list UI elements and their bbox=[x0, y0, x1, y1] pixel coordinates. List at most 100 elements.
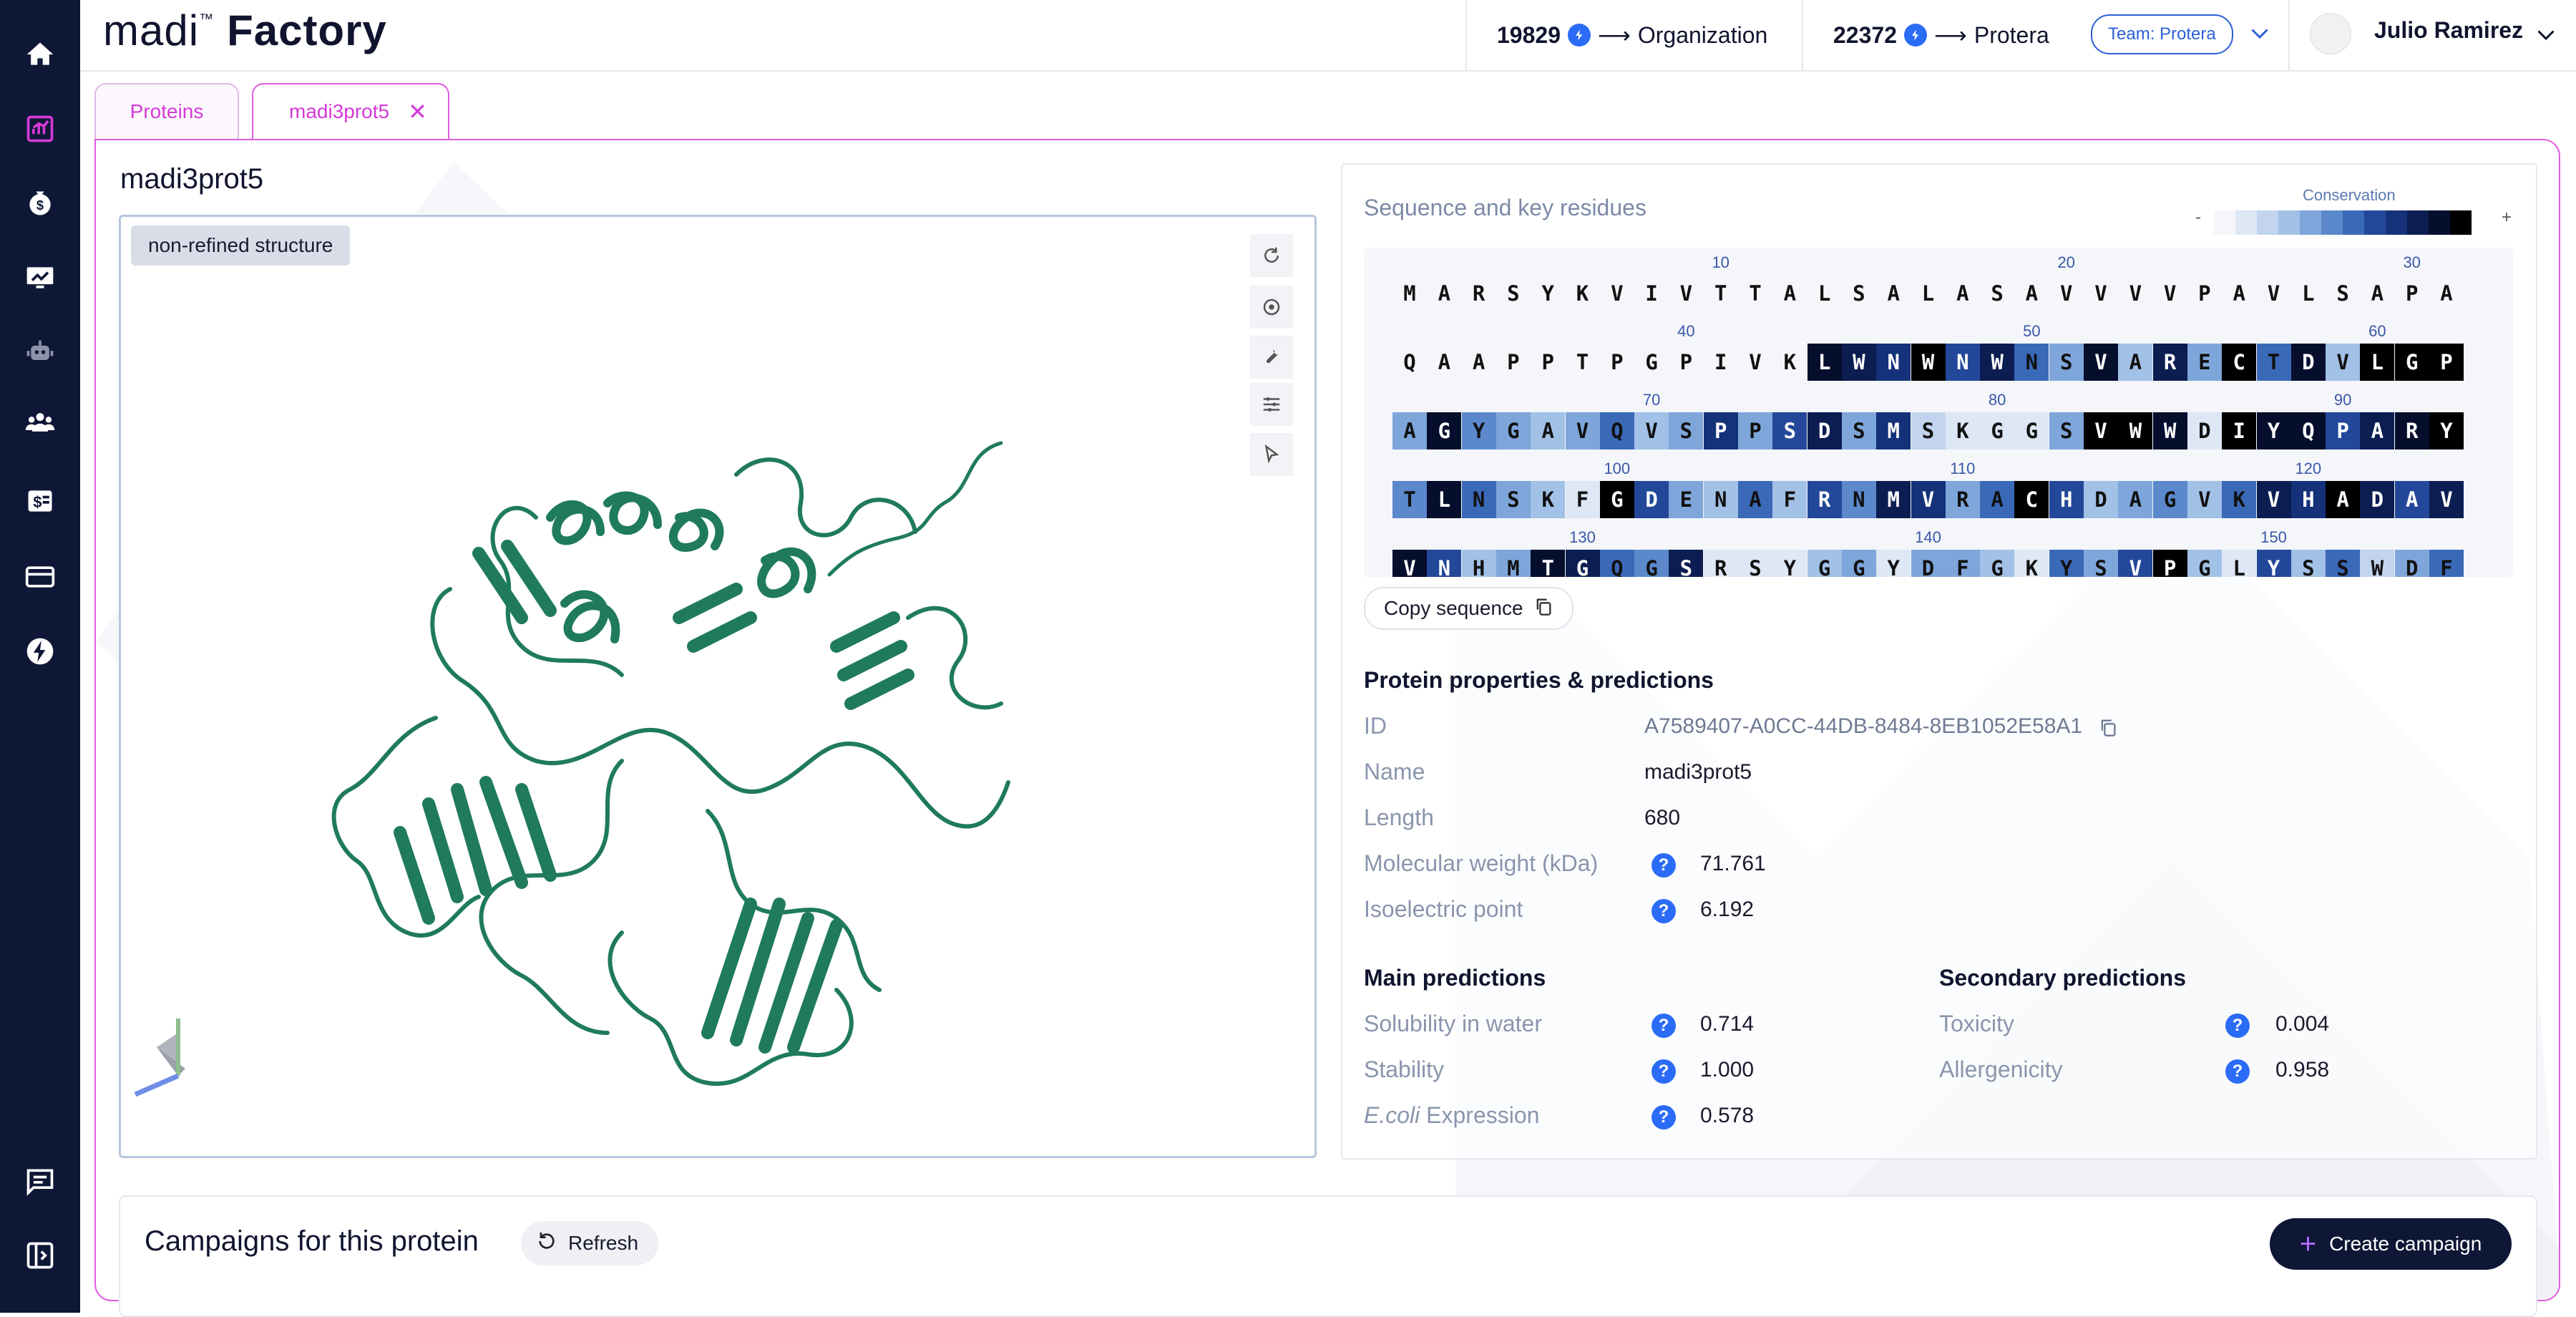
residue-cell[interactable]: V bbox=[2084, 344, 2118, 381]
residue-cell[interactable]: V bbox=[2256, 481, 2291, 518]
residue-cell[interactable]: P bbox=[1669, 344, 1703, 381]
residue-cell[interactable]: A bbox=[1427, 344, 1461, 381]
residue-cell[interactable]: F bbox=[1945, 550, 1980, 577]
residue-cell[interactable]: A bbox=[1738, 481, 1772, 518]
residue-cell[interactable]: R bbox=[2394, 412, 2429, 449]
residue-cell[interactable]: I bbox=[1704, 344, 1738, 381]
residue-cell[interactable]: H bbox=[2290, 481, 2326, 518]
residue-cell[interactable]: N bbox=[1945, 344, 1980, 381]
help-icon[interactable]: ? bbox=[1652, 1059, 1676, 1084]
residue-cell[interactable]: A bbox=[1876, 275, 1911, 312]
residue-cell[interactable]: K bbox=[1945, 412, 1980, 449]
residue-cell[interactable]: Y bbox=[2429, 412, 2464, 449]
chat-icon[interactable] bbox=[19, 1160, 62, 1202]
residue-cell[interactable]: W bbox=[1980, 344, 2015, 381]
help-icon[interactable]: ? bbox=[1652, 1105, 1676, 1129]
residue-cell[interactable]: A bbox=[2360, 412, 2395, 449]
residue-cell[interactable]: G bbox=[1634, 344, 1669, 381]
residue-cell[interactable]: K bbox=[1531, 481, 1566, 518]
residue-cell[interactable]: N bbox=[2014, 344, 2049, 381]
residue-cell[interactable]: S bbox=[1669, 550, 1704, 577]
credit-card-icon[interactable] bbox=[19, 555, 62, 598]
residue-cell[interactable]: Y bbox=[2256, 412, 2291, 449]
residue-cell[interactable]: G bbox=[1980, 550, 2015, 577]
residue-cell[interactable]: Y bbox=[1461, 412, 1496, 449]
residue-cell[interactable]: Y bbox=[2256, 550, 2291, 577]
residue-cell[interactable]: V bbox=[1911, 481, 1946, 518]
residue-cell[interactable]: G bbox=[1980, 412, 2015, 449]
residue-cell[interactable]: Q bbox=[2290, 412, 2326, 449]
residue-cell[interactable]: A bbox=[1392, 412, 1427, 449]
residue-cell[interactable]: R bbox=[1703, 550, 1738, 577]
residue-cell[interactable]: S bbox=[2049, 412, 2084, 449]
residue-cell[interactable]: D bbox=[1634, 481, 1669, 518]
residue-cell[interactable]: W bbox=[1911, 344, 1946, 381]
residue-cell[interactable]: V bbox=[2429, 481, 2464, 518]
residue-cell[interactable]: A bbox=[1531, 412, 1566, 449]
residue-cell[interactable]: M bbox=[1876, 481, 1911, 518]
residue-cell[interactable]: A bbox=[2394, 481, 2429, 518]
residue-cell[interactable]: L bbox=[1807, 344, 1842, 381]
residue-cell[interactable]: N bbox=[1461, 481, 1496, 518]
tab-proteins[interactable]: Proteins bbox=[94, 83, 239, 139]
residue-cell[interactable]: S bbox=[1496, 275, 1531, 312]
residue-cell[interactable]: I bbox=[1634, 275, 1669, 312]
residue-cell[interactable]: L bbox=[1807, 275, 1842, 312]
residue-cell[interactable]: D bbox=[2394, 550, 2429, 577]
residue-cell[interactable]: T bbox=[1531, 550, 1566, 577]
residue-cell[interactable]: H bbox=[1461, 550, 1496, 577]
money-icon[interactable]: $ bbox=[19, 182, 62, 225]
residue-cell[interactable]: V bbox=[1669, 275, 1703, 312]
residue-cell[interactable]: A bbox=[1946, 275, 1980, 312]
residue-cell[interactable]: I bbox=[2222, 412, 2257, 449]
residue-cell[interactable]: L bbox=[1911, 275, 1946, 312]
residue-cell[interactable]: S bbox=[1980, 275, 2014, 312]
residue-cell[interactable]: K bbox=[1566, 275, 1600, 312]
residue-cell[interactable]: G bbox=[2152, 481, 2187, 518]
residue-cell[interactable]: V bbox=[2084, 412, 2118, 449]
residue-cell[interactable]: G bbox=[1496, 412, 1531, 449]
residue-cell[interactable]: K bbox=[2014, 550, 2049, 577]
residue-cell[interactable]: K bbox=[2222, 481, 2257, 518]
bolt-icon[interactable] bbox=[19, 630, 62, 673]
residue-cell[interactable]: W bbox=[2152, 412, 2187, 449]
residue-cell[interactable]: Q bbox=[1392, 344, 1427, 381]
residue-cell[interactable]: C bbox=[2014, 481, 2049, 518]
residue-cell[interactable]: G bbox=[1841, 550, 1876, 577]
residue-cell[interactable]: K bbox=[1772, 344, 1807, 381]
residue-cell[interactable]: S bbox=[1496, 481, 1531, 518]
residue-cell[interactable]: G bbox=[2187, 550, 2222, 577]
residue-cell[interactable]: L bbox=[2360, 344, 2395, 381]
residue-cell[interactable]: S bbox=[1738, 550, 1772, 577]
residue-cell[interactable]: Y bbox=[2049, 550, 2084, 577]
help-icon[interactable]: ? bbox=[2225, 1014, 2250, 1038]
residue-cell[interactable]: L bbox=[1427, 481, 1462, 518]
residue-cell[interactable]: T bbox=[1738, 275, 1772, 312]
residue-cell[interactable]: T bbox=[2256, 344, 2291, 381]
residue-cell[interactable]: G bbox=[1634, 550, 1669, 577]
residue-cell[interactable]: F bbox=[1565, 481, 1600, 518]
residue-cell[interactable]: P bbox=[1703, 412, 1738, 449]
residue-cell[interactable]: Y bbox=[1772, 550, 1807, 577]
residue-cell[interactable]: R bbox=[1462, 275, 1496, 312]
residue-cell[interactable]: R bbox=[2152, 344, 2187, 381]
residue-cell[interactable]: D bbox=[1911, 550, 1946, 577]
residue-cell[interactable]: S bbox=[2084, 550, 2118, 577]
app-logo[interactable]: madi™ Factory bbox=[103, 6, 387, 55]
residue-cell[interactable]: A bbox=[2360, 275, 2394, 312]
residue-cell[interactable]: V bbox=[2153, 275, 2187, 312]
robot-icon[interactable] bbox=[19, 331, 62, 374]
residue-cell[interactable]: D bbox=[2187, 412, 2222, 449]
close-icon[interactable]: ✕ bbox=[408, 98, 427, 125]
chevron-down-icon[interactable] bbox=[2247, 20, 2273, 49]
residue-cell[interactable]: F bbox=[1772, 481, 1807, 518]
analytics-icon[interactable] bbox=[19, 107, 62, 150]
residue-cell[interactable]: N bbox=[1841, 481, 1876, 518]
residue-cell[interactable]: S bbox=[1841, 412, 1876, 449]
residue-cell[interactable]: S bbox=[2290, 550, 2326, 577]
residue-cell[interactable]: V bbox=[1565, 412, 1600, 449]
residue-cell[interactable]: G bbox=[1807, 550, 1842, 577]
residue-cell[interactable]: A bbox=[1427, 275, 1461, 312]
avatar[interactable] bbox=[2310, 13, 2351, 54]
residue-cell[interactable]: D bbox=[2290, 344, 2326, 381]
